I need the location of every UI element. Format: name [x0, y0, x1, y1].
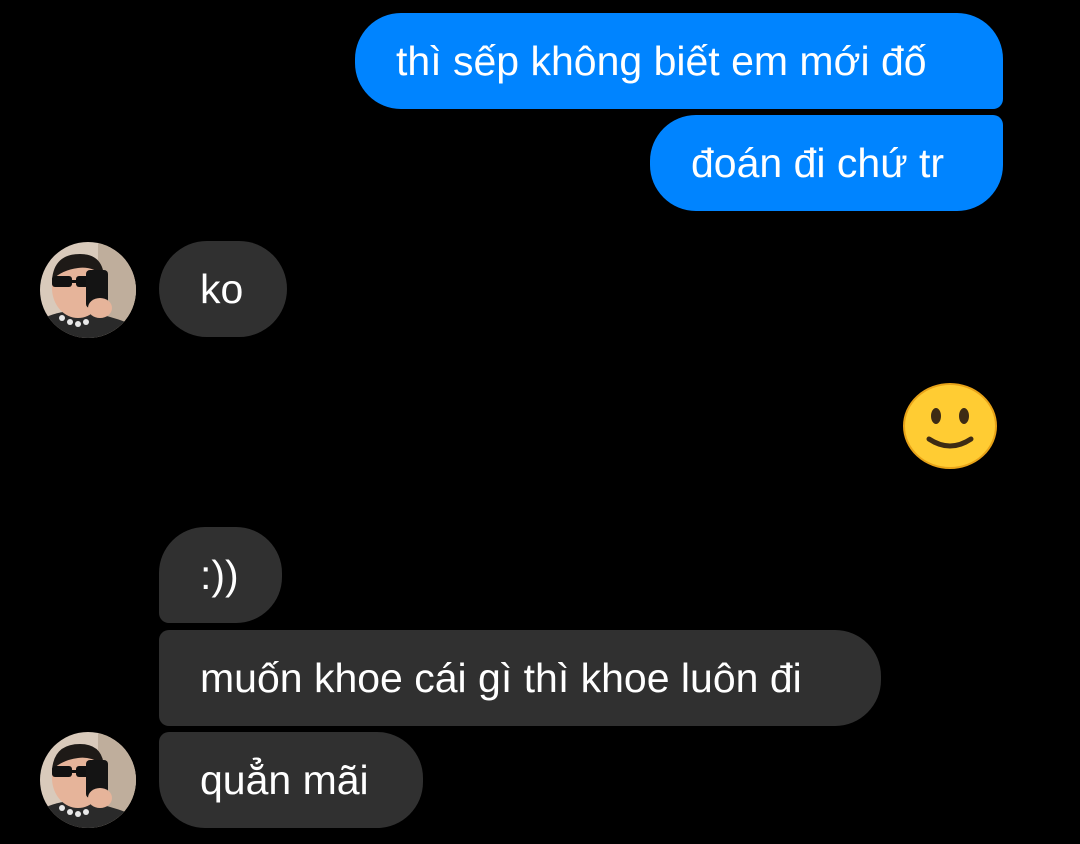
incoming-message-bubble[interactable]: muốn khoe cái gì thì khoe luôn đi: [159, 630, 881, 726]
contact-avatar[interactable]: [40, 242, 136, 338]
avatar-photo-icon: [40, 732, 136, 828]
emoji-reaction-icon: [903, 383, 997, 469]
outgoing-message-bubble[interactable]: đoán đi chứ tr: [650, 115, 1003, 211]
contact-avatar[interactable]: [40, 732, 136, 828]
outgoing-message-bubble[interactable]: thì sếp không biết em mới đố: [355, 13, 1003, 109]
incoming-message-bubble[interactable]: :)): [159, 527, 282, 623]
incoming-message-bubble[interactable]: ko: [159, 241, 287, 337]
incoming-message-bubble[interactable]: quẳn mãi: [159, 732, 423, 828]
slightly-smiling-face-icon[interactable]: [903, 383, 997, 469]
avatar-photo-icon: [40, 242, 136, 338]
